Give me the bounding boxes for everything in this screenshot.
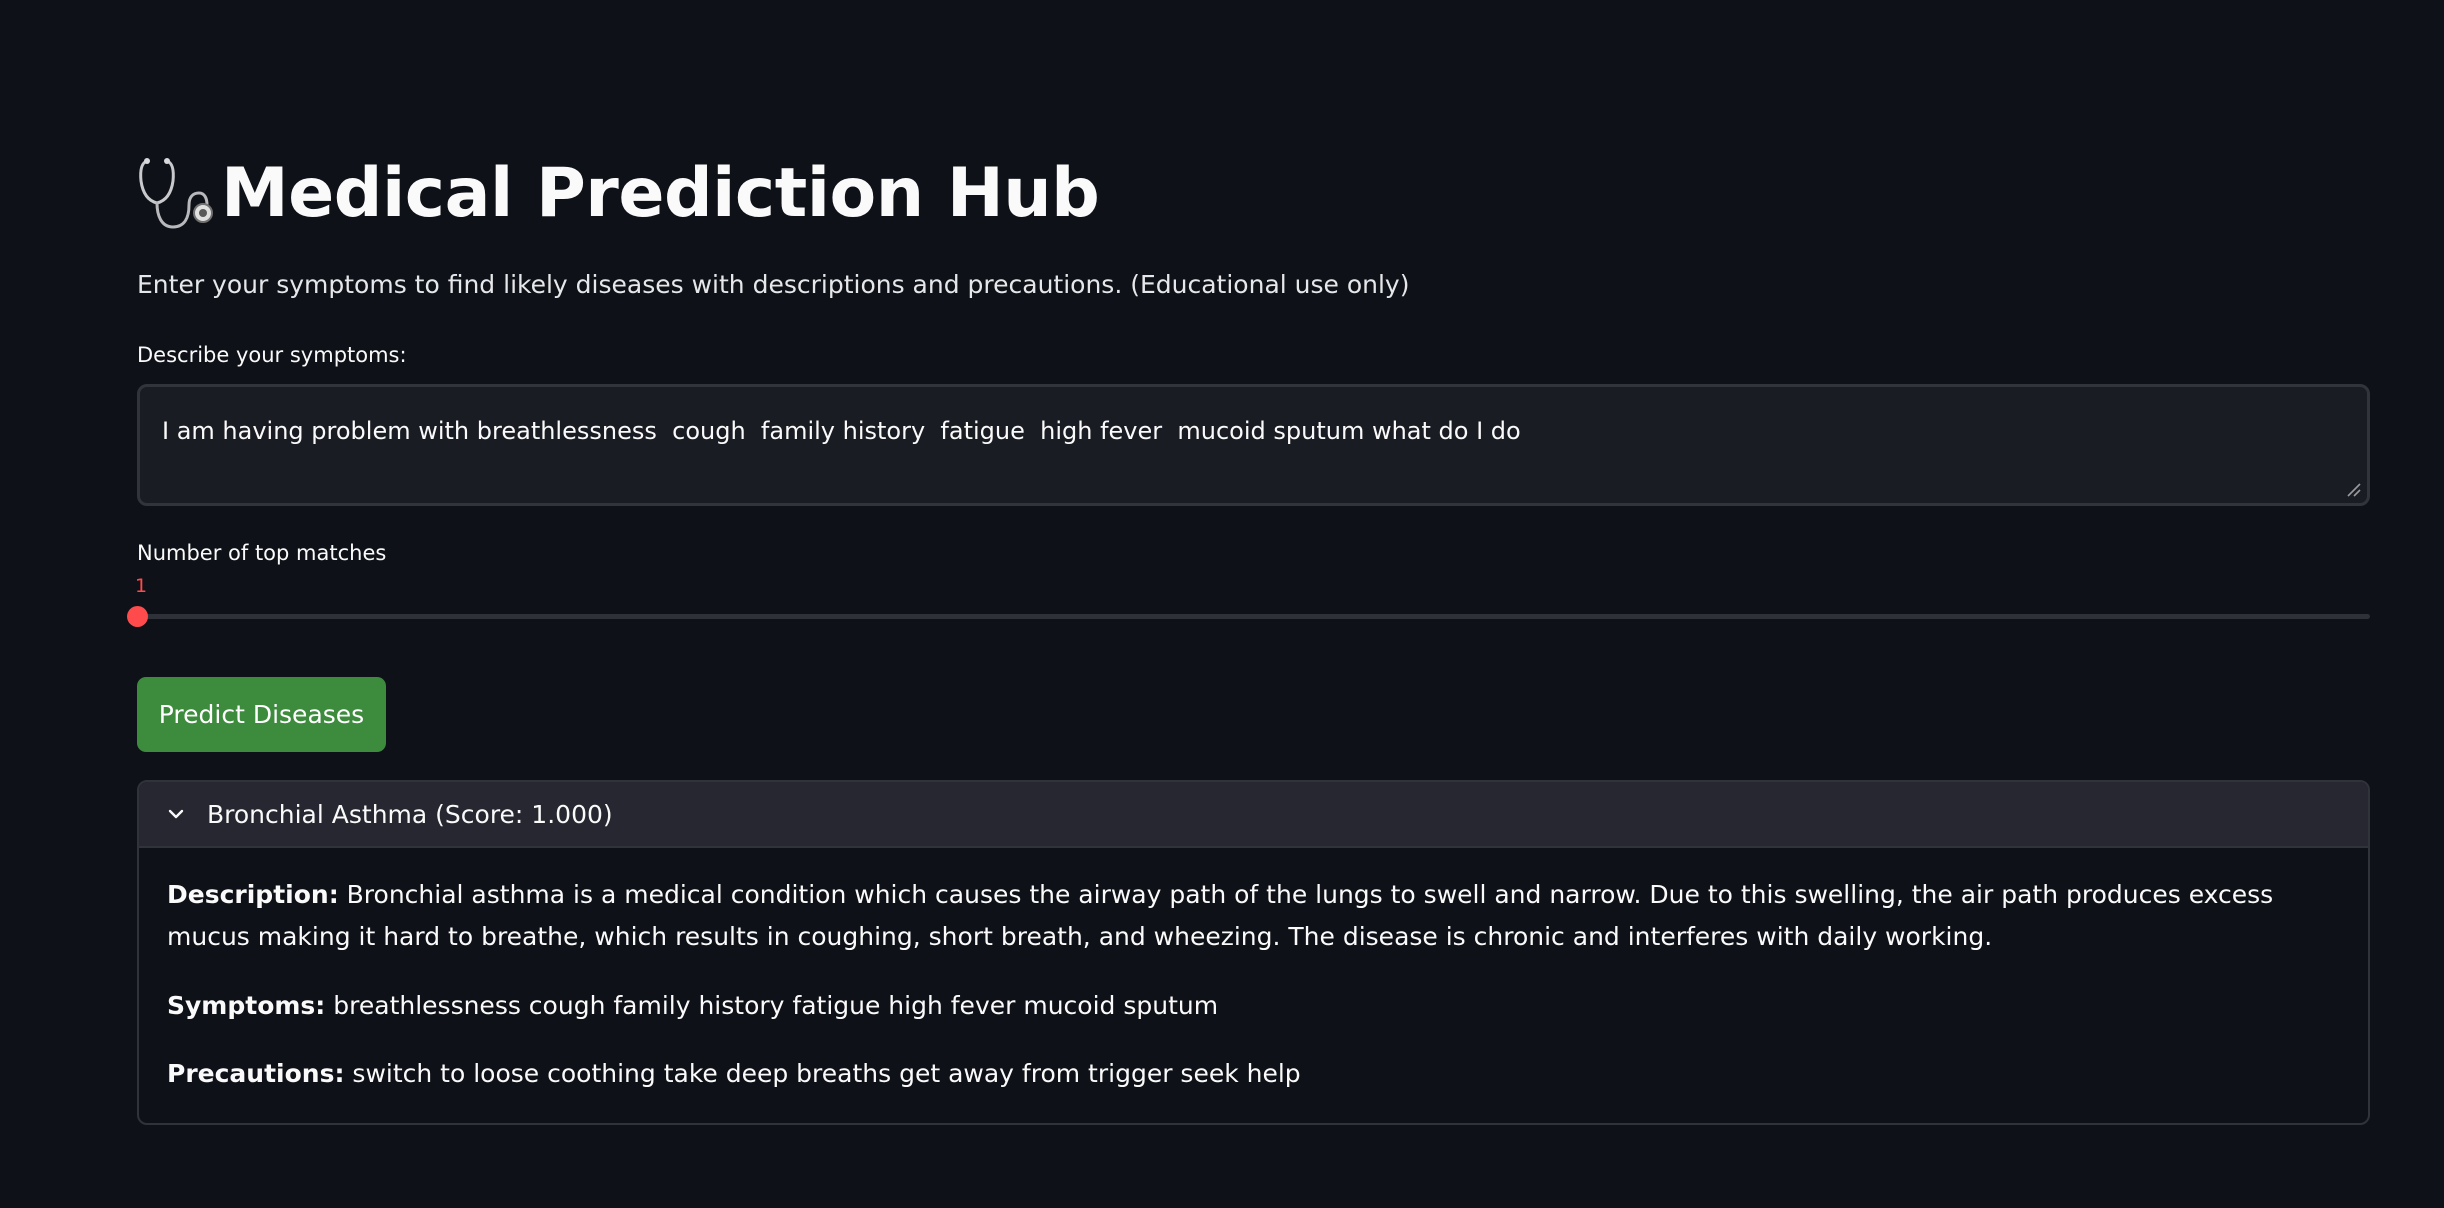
top-matches-slider-thumb[interactable] xyxy=(127,606,148,627)
result-description: Description: Bronchial asthma is a medic… xyxy=(167,874,2340,958)
stethoscope-icon xyxy=(139,158,213,229)
resize-handle-icon[interactable] xyxy=(2345,481,2361,497)
description-text: Bronchial asthma is a medical condition … xyxy=(167,880,2274,951)
page-subtitle: Enter your symptoms to find likely disea… xyxy=(137,270,1410,299)
symptoms-textarea-value[interactable]: I am having problem with breathlessness … xyxy=(162,417,1521,445)
symptoms-text: breathlessness cough family history fati… xyxy=(333,991,1219,1020)
result-expander: Bronchial Asthma (Score: 1.000) Descript… xyxy=(137,780,2370,1125)
slider-value: 1 xyxy=(134,575,148,597)
symptoms-label: Symptoms: xyxy=(167,991,326,1020)
page-title: Medical Prediction Hub xyxy=(221,153,1100,233)
chevron-down-icon[interactable] xyxy=(165,803,187,825)
result-expander-header[interactable]: Bronchial Asthma (Score: 1.000) xyxy=(139,782,2368,848)
precautions-text: switch to loose coothing take deep breat… xyxy=(352,1059,1301,1088)
precautions-label: Precautions: xyxy=(167,1059,345,1088)
symptoms-input-label: Describe your symptoms: xyxy=(137,343,407,367)
symptoms-textarea[interactable]: I am having problem with breathlessness … xyxy=(137,384,2370,506)
predict-diseases-button[interactable]: Predict Diseases xyxy=(137,677,386,752)
result-precautions: Precautions: switch to loose coothing ta… xyxy=(167,1053,2340,1095)
result-title[interactable]: Bronchial Asthma (Score: 1.000) xyxy=(207,800,613,829)
result-symptoms: Symptoms: breathlessness cough family hi… xyxy=(167,985,2340,1027)
description-label: Description: xyxy=(167,880,339,909)
top-matches-slider-track[interactable] xyxy=(137,614,2370,619)
page-header: Medical Prediction Hub xyxy=(137,148,1100,238)
top-matches-label: Number of top matches xyxy=(137,541,387,565)
result-body: Description: Bronchial asthma is a medic… xyxy=(139,848,2368,1095)
